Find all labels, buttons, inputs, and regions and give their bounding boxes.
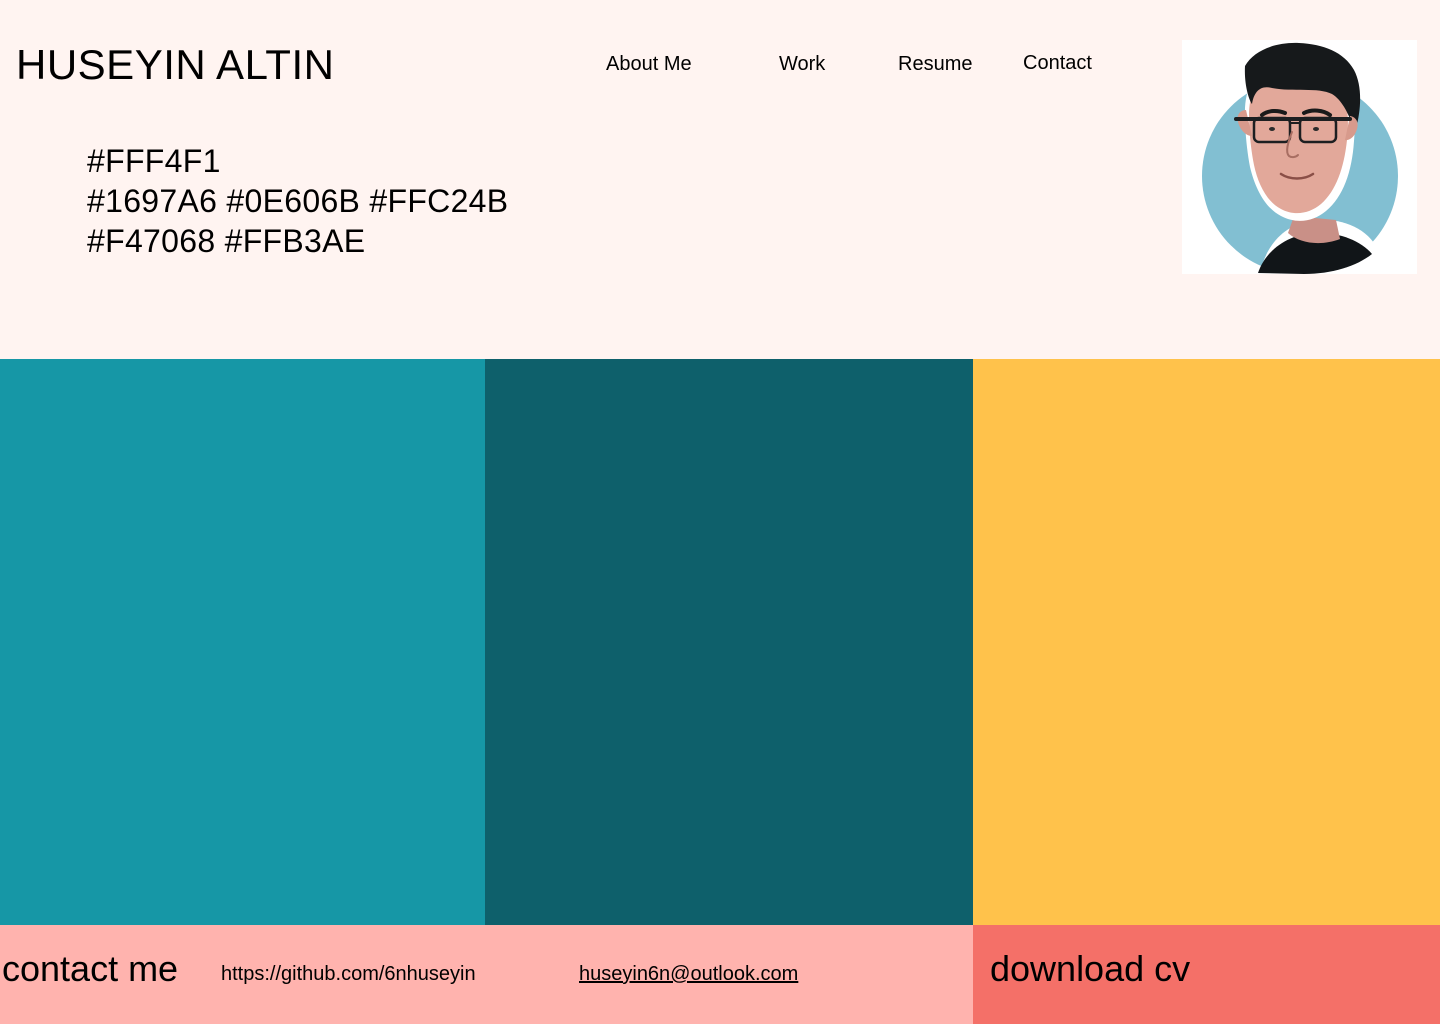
palette-color-codes: #FFF4F1 #1697A6 #0E606B #FFC24B #F47068 … <box>87 141 508 261</box>
color-swatch-teal <box>0 359 485 925</box>
avatar-illustration-icon <box>1202 42 1398 274</box>
nav-work[interactable]: Work <box>779 50 825 78</box>
site-title: HUSEYIN ALTIN <box>16 41 335 88</box>
color-swatch-yellow <box>973 359 1440 925</box>
email-link[interactable]: huseyin6n@outlook.com <box>579 960 798 988</box>
download-cv-button[interactable]: download cv <box>973 925 1440 1024</box>
nav-about-me[interactable]: About Me <box>606 50 692 78</box>
github-link[interactable]: https://github.com/6nhuseyin <box>221 960 476 988</box>
palette-line-2: #1697A6 #0E606B #FFC24B <box>87 183 509 219</box>
palette-line-3: #F47068 #FFB3AE <box>87 223 366 259</box>
nav-resume[interactable]: Resume <box>898 50 972 78</box>
contact-section: contact me https://github.com/6nhuseyin … <box>0 925 973 1024</box>
header: HUSEYIN ALTIN About Me Work Resume Conta… <box>0 0 1440 359</box>
avatar <box>1182 40 1417 274</box>
nav-contact[interactable]: Contact <box>1023 49 1092 77</box>
download-cv-label: download cv <box>990 948 1191 989</box>
color-swatch-dark-teal <box>485 359 973 925</box>
contact-heading: contact me <box>2 948 179 989</box>
palette-line-1: #FFF4F1 <box>87 143 221 179</box>
